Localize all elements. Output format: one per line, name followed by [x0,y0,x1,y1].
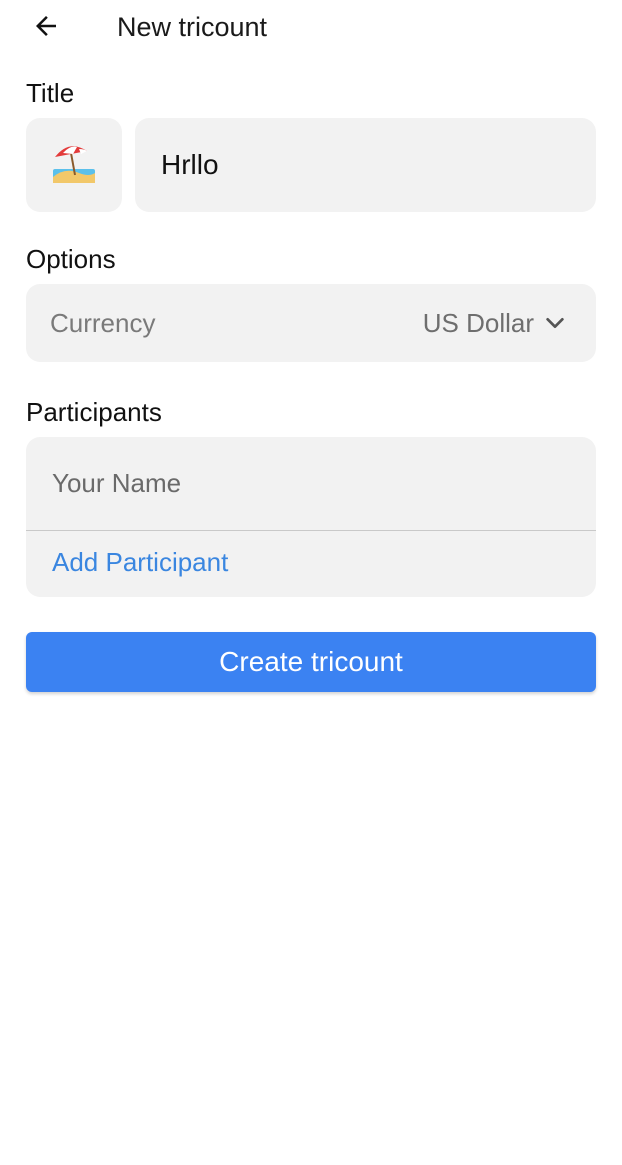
beach-umbrella-emoji-icon [51,141,97,190]
arrow-left-icon [31,11,61,46]
currency-value-group: US Dollar [423,308,566,339]
participants-section-label: Participants [26,397,162,427]
create-tricount-button[interactable]: Create tricount [26,632,596,692]
chevron-down-icon [544,312,566,334]
currency-select[interactable]: Currency US Dollar [26,284,596,362]
currency-value: US Dollar [422,307,534,338]
back-button[interactable] [24,8,68,48]
your-name-placeholder: Your Name [52,468,182,498]
add-participant-link[interactable]: Add Participant [52,547,228,578]
page-title: New tricount [117,12,268,42]
app-header: New tricount [0,0,622,56]
new-tricount-screen: New tricount Title Hrllo Options Currenc… [0,0,622,1165]
options-section-label: Options [26,244,116,274]
emoji-picker-button[interactable] [26,118,122,212]
participants-card: Your Name Add Participant [26,437,596,597]
title-input-value: Hrllo [161,149,219,180]
title-input[interactable]: Hrllo [135,118,596,212]
currency-label: Currency [50,307,156,338]
your-name-input[interactable]: Your Name [26,437,596,531]
title-section-label: Title [26,78,75,108]
